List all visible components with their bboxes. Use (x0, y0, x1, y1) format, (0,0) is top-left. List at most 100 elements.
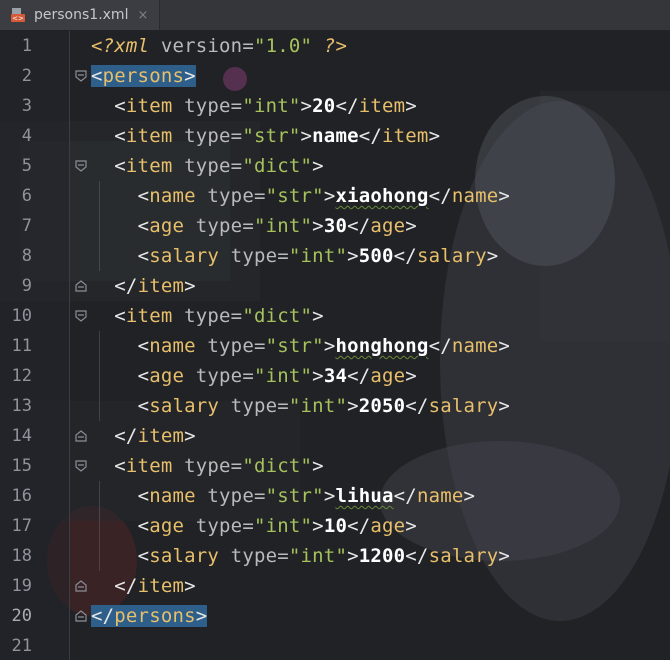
attribute-value: "dict" (242, 455, 313, 477)
code-line[interactable]: 18 <salary type="int">1200</salary> (0, 541, 670, 571)
line-number[interactable]: 9 (0, 271, 32, 301)
attribute-name: type= (172, 95, 243, 117)
code-line[interactable]: 15 <item type="dict"> (0, 451, 670, 481)
attribute-name: type= (172, 155, 243, 177)
line-number[interactable]: 21 (0, 631, 32, 660)
attribute-value: "int" (253, 515, 313, 537)
line-number[interactable]: 17 (0, 511, 32, 541)
code-line[interactable]: 6 <name type="str">xiaohong</name> (0, 181, 670, 211)
line-number[interactable]: 20 (0, 601, 32, 631)
code-line[interactable]: 20 </persons> (0, 601, 670, 631)
line-number[interactable]: 14 (0, 421, 32, 451)
tag-name: name (149, 485, 196, 507)
tag-bracket: < (91, 65, 103, 87)
code-line[interactable]: 1 <?xml version="1.0" ?> (0, 31, 670, 61)
line-number[interactable]: 12 (0, 361, 32, 391)
tag-bracket: </ (405, 395, 429, 417)
code-line[interactable]: 16 <name type="str">lihua</name> (0, 481, 670, 511)
tag-bracket: < (114, 155, 126, 177)
line-number[interactable]: 16 (0, 481, 32, 511)
code-line[interactable]: 3 <item type="int">20</item> (0, 91, 670, 121)
element-text: 500 (358, 245, 394, 267)
code-text[interactable]: <item type="dict"> (91, 151, 324, 181)
fold-end-icon[interactable] (74, 609, 88, 623)
code-text[interactable]: <salary type="int">500</salary> (91, 241, 499, 271)
attribute-name: type= (219, 395, 289, 417)
code-text[interactable]: <item type="dict"> (91, 301, 324, 331)
line-number[interactable]: 4 (0, 121, 32, 151)
tag-bracket: > (347, 545, 359, 567)
line-number[interactable]: 15 (0, 451, 32, 481)
tag-bracket: < (137, 335, 150, 357)
code-text[interactable]: <salary type="int">1200</salary> (91, 541, 510, 571)
tag-bracket: </ (428, 335, 452, 357)
code-text[interactable]: </persons> (91, 601, 208, 631)
close-icon[interactable]: × (137, 8, 148, 23)
code-text[interactable]: <item type="str">name</item> (91, 121, 440, 151)
tag-bracket: </ (335, 95, 359, 117)
attribute-name: type= (172, 125, 243, 147)
line-number[interactable]: 5 (0, 151, 32, 181)
code-line[interactable]: 7 <age type="int">30</age> (0, 211, 670, 241)
tag-name: salary (149, 395, 220, 417)
line-number[interactable]: 18 (0, 541, 32, 571)
line-number[interactable]: 13 (0, 391, 32, 421)
line-number[interactable]: 11 (0, 331, 32, 361)
code-text[interactable]: </item> (91, 271, 196, 301)
fold-end-icon[interactable] (74, 579, 88, 593)
fold-collapse-icon[interactable] (74, 309, 88, 323)
tag-bracket: > (312, 365, 324, 387)
code-text[interactable]: <item type="dict"> (91, 451, 324, 481)
line-number[interactable]: 3 (0, 91, 32, 121)
fold-collapse-icon[interactable] (74, 459, 88, 473)
code-text[interactable]: <age type="int">30</age> (91, 211, 417, 241)
tab-persons1-xml[interactable]: <> persons1.xml × (0, 0, 160, 30)
fold-collapse-icon[interactable] (74, 159, 88, 173)
code-text[interactable]: </item> (91, 421, 196, 451)
tag-bracket: > (463, 485, 476, 507)
code-line[interactable]: 17 <age type="int">10</age> (0, 511, 670, 541)
code-line[interactable]: 21 (0, 631, 670, 660)
code-line[interactable]: 12 <age type="int">34</age> (0, 361, 670, 391)
code-line[interactable]: 10 <item type="dict"> (0, 301, 670, 331)
code-text[interactable]: <persons> (91, 61, 196, 91)
code-line[interactable]: 2 <persons> (0, 61, 670, 91)
tag-name: item (125, 455, 173, 477)
tag-bracket: > (498, 395, 511, 417)
code-line[interactable]: 14 </item> (0, 421, 670, 451)
line-number[interactable]: 7 (0, 211, 32, 241)
line-number[interactable]: 19 (0, 571, 32, 601)
code-line[interactable]: 19 </item> (0, 571, 670, 601)
line-number[interactable]: 8 (0, 241, 32, 271)
code-text[interactable]: <name type="str">lihua</name> (91, 481, 475, 511)
fold-end-icon[interactable] (74, 279, 88, 293)
code-text[interactable]: <name type="str">honghong</name> (91, 331, 510, 361)
code-text[interactable]: <age type="int">10</age> (91, 511, 417, 541)
fold-collapse-icon[interactable] (74, 69, 88, 83)
code-text[interactable]: </item> (91, 571, 196, 601)
element-text: 30 (323, 215, 348, 237)
code-text[interactable]: <?xml version="1.0" ?> (91, 31, 347, 61)
code-text[interactable]: <item type="int">20</item> (91, 91, 417, 121)
line-number[interactable]: 1 (0, 31, 32, 61)
code-line[interactable]: 11 <name type="str">honghong</name> (0, 331, 670, 361)
code-line[interactable]: 4 <item type="str">name</item> (0, 121, 670, 151)
code-text[interactable]: <name type="str">xiaohong</name> (91, 181, 510, 211)
code-line[interactable]: 8 <salary type="int">500</salary> (0, 241, 670, 271)
code-line[interactable]: 13 <salary type="int">2050</salary> (0, 391, 670, 421)
code-line[interactable]: 9 </item> (0, 271, 670, 301)
code-line[interactable]: 5 <item type="dict"> (0, 151, 670, 181)
line-number[interactable]: 2 (0, 61, 32, 91)
code-text[interactable]: <salary type="int">2050</salary> (91, 391, 510, 421)
tab-bar: <> persons1.xml × (0, 0, 670, 31)
tag-bracket: > (405, 515, 417, 537)
tag-bracket: > (300, 95, 313, 117)
code-text[interactable]: <age type="int">34</age> (91, 361, 417, 391)
tag-bracket: </ (347, 515, 371, 537)
line-number[interactable]: 6 (0, 181, 32, 211)
code-editor[interactable]: 1 <?xml version="1.0" ?> 2 <persons> 3 <item… (0, 31, 670, 660)
fold-end-icon[interactable] (74, 429, 88, 443)
line-number[interactable]: 10 (0, 301, 32, 331)
